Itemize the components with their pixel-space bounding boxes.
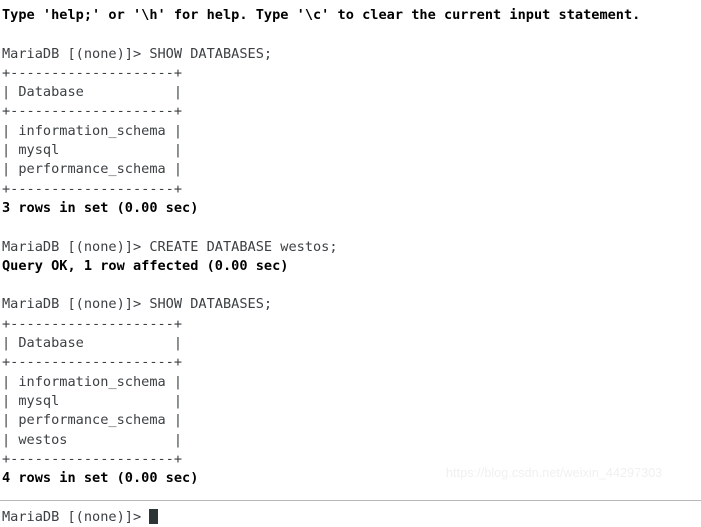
prompt-label: MariaDB [(none)]> xyxy=(2,508,150,525)
terminal-line-table-row: | performance_schema | xyxy=(2,412,183,429)
terminal-window[interactable]: Type 'help;' or '\h' for help. Type '\c'… xyxy=(0,0,701,525)
terminal-line-table-row: | information_schema | xyxy=(2,373,183,390)
terminal-line-table-row: | information_schema | xyxy=(2,122,183,139)
terminal-line-table-header: | Database | xyxy=(2,335,183,352)
terminal-line-table-row: | mysql | xyxy=(2,392,183,409)
terminal-line-table-border: +--------------------+ xyxy=(2,103,183,120)
terminal-line-table-border: +--------------------+ xyxy=(2,354,183,371)
terminal-output: Type 'help;' or '\h' for help. Type '\c'… xyxy=(2,6,701,508)
terminal-line: Type 'help;' or '\h' for help. Type '\c'… xyxy=(2,7,641,23)
terminal-line-table-header: | Database | xyxy=(2,84,183,101)
terminal-line-table-border: +--------------------+ xyxy=(2,315,183,332)
text-cursor xyxy=(149,508,159,524)
terminal-line-result-status: 3 rows in set (0.00 sec) xyxy=(2,199,199,216)
terminal-line-table-row: | westos | xyxy=(2,431,183,448)
terminal-input-line[interactable]: MariaDB [(none)]> xyxy=(2,508,701,527)
terminal-line-command: MariaDB [(none)]> CREATE DATABASE westos… xyxy=(2,238,338,255)
terminal-line-table-row: | mysql | xyxy=(2,142,183,159)
terminal-line-table-row: | performance_schema | xyxy=(2,161,183,178)
terminal-line-command: MariaDB [(none)]> SHOW DATABASES; xyxy=(2,45,273,62)
terminal-line-table-border: +--------------------+ xyxy=(2,180,183,197)
terminal-line-command: MariaDB [(none)]> SHOW DATABASES; xyxy=(2,296,273,313)
terminal-line-result-status: Query OK, 1 row affected (0.00 sec) xyxy=(2,257,289,274)
terminal-line-table-border: +--------------------+ xyxy=(2,64,183,81)
watermark-text: https://blog.csdn.net/weixin_44297303 xyxy=(446,466,663,480)
